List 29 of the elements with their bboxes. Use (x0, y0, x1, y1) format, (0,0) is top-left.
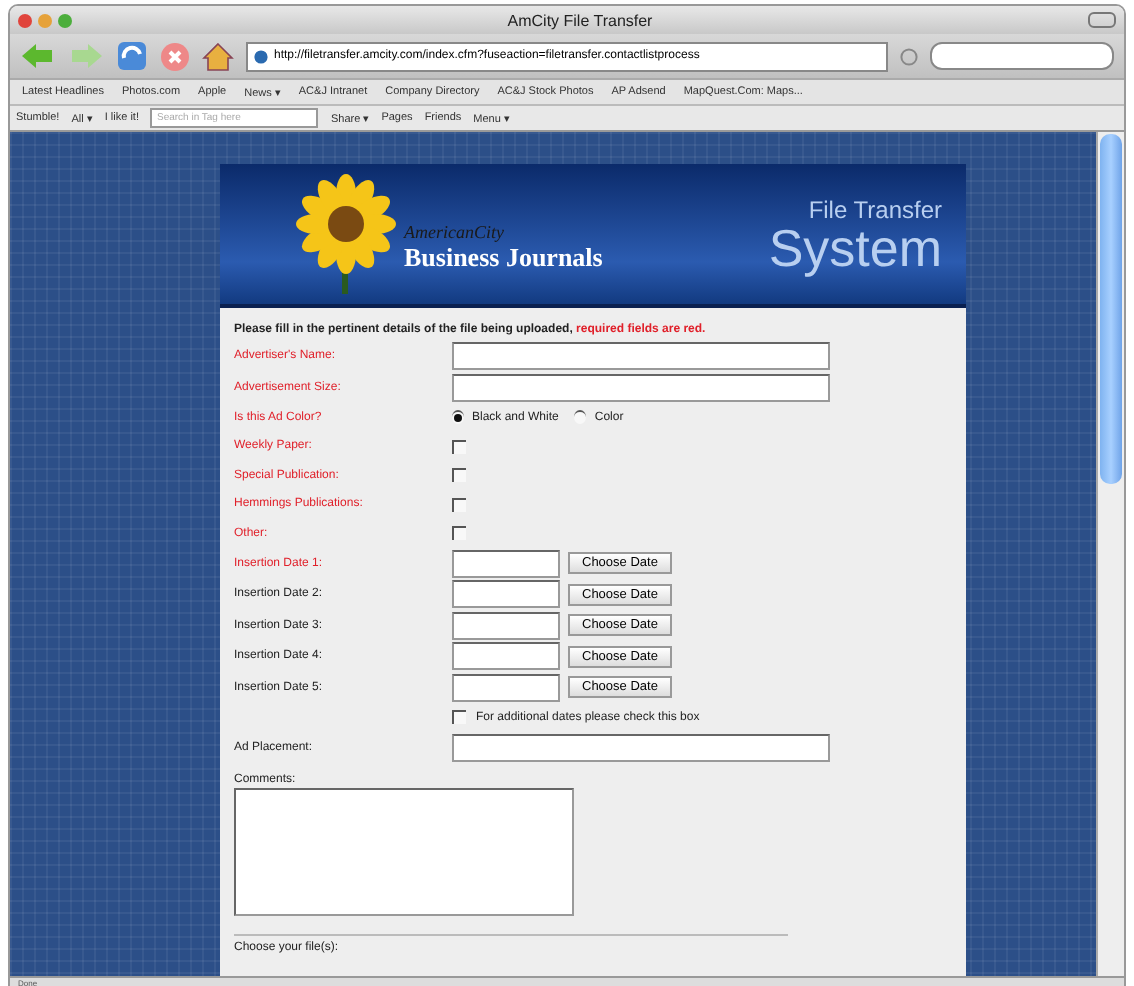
checkbox[interactable] (452, 497, 466, 511)
checkbox[interactable] (452, 439, 466, 453)
text-field[interactable] (452, 373, 830, 401)
search-field[interactable] (930, 42, 1114, 70)
banner-subtitle: File Transfer (808, 196, 942, 224)
globe-icon (254, 49, 268, 63)
sunflower-drawing (296, 174, 396, 294)
checkbox[interactable] (452, 526, 466, 540)
window-title: AmCity File Transfer (505, 11, 655, 29)
reload-icon[interactable] (116, 40, 148, 72)
comments-field[interactable] (234, 787, 574, 915)
home-icon[interactable] (202, 41, 234, 71)
radio-button[interactable] (452, 410, 464, 424)
logo-text: AmericanCity (404, 222, 506, 242)
logo-text: Business Journals (404, 242, 603, 274)
date-field[interactable] (452, 673, 560, 701)
scrollbar-thumb[interactable] (1100, 134, 1122, 484)
checkbox[interactable] (452, 710, 466, 724)
text-field[interactable] (452, 733, 830, 761)
date-field[interactable] (452, 549, 560, 577)
checkbox[interactable] (452, 468, 466, 482)
close-icon[interactable] (18, 13, 32, 27)
toolbar-toggle-icon[interactable] (1088, 12, 1116, 28)
radio-button[interactable] (574, 410, 587, 424)
text-field[interactable] (452, 342, 830, 370)
date-field[interactable] (452, 611, 560, 639)
date-field[interactable] (452, 642, 560, 670)
banner-title: System (768, 224, 942, 272)
date-field[interactable] (452, 580, 560, 608)
